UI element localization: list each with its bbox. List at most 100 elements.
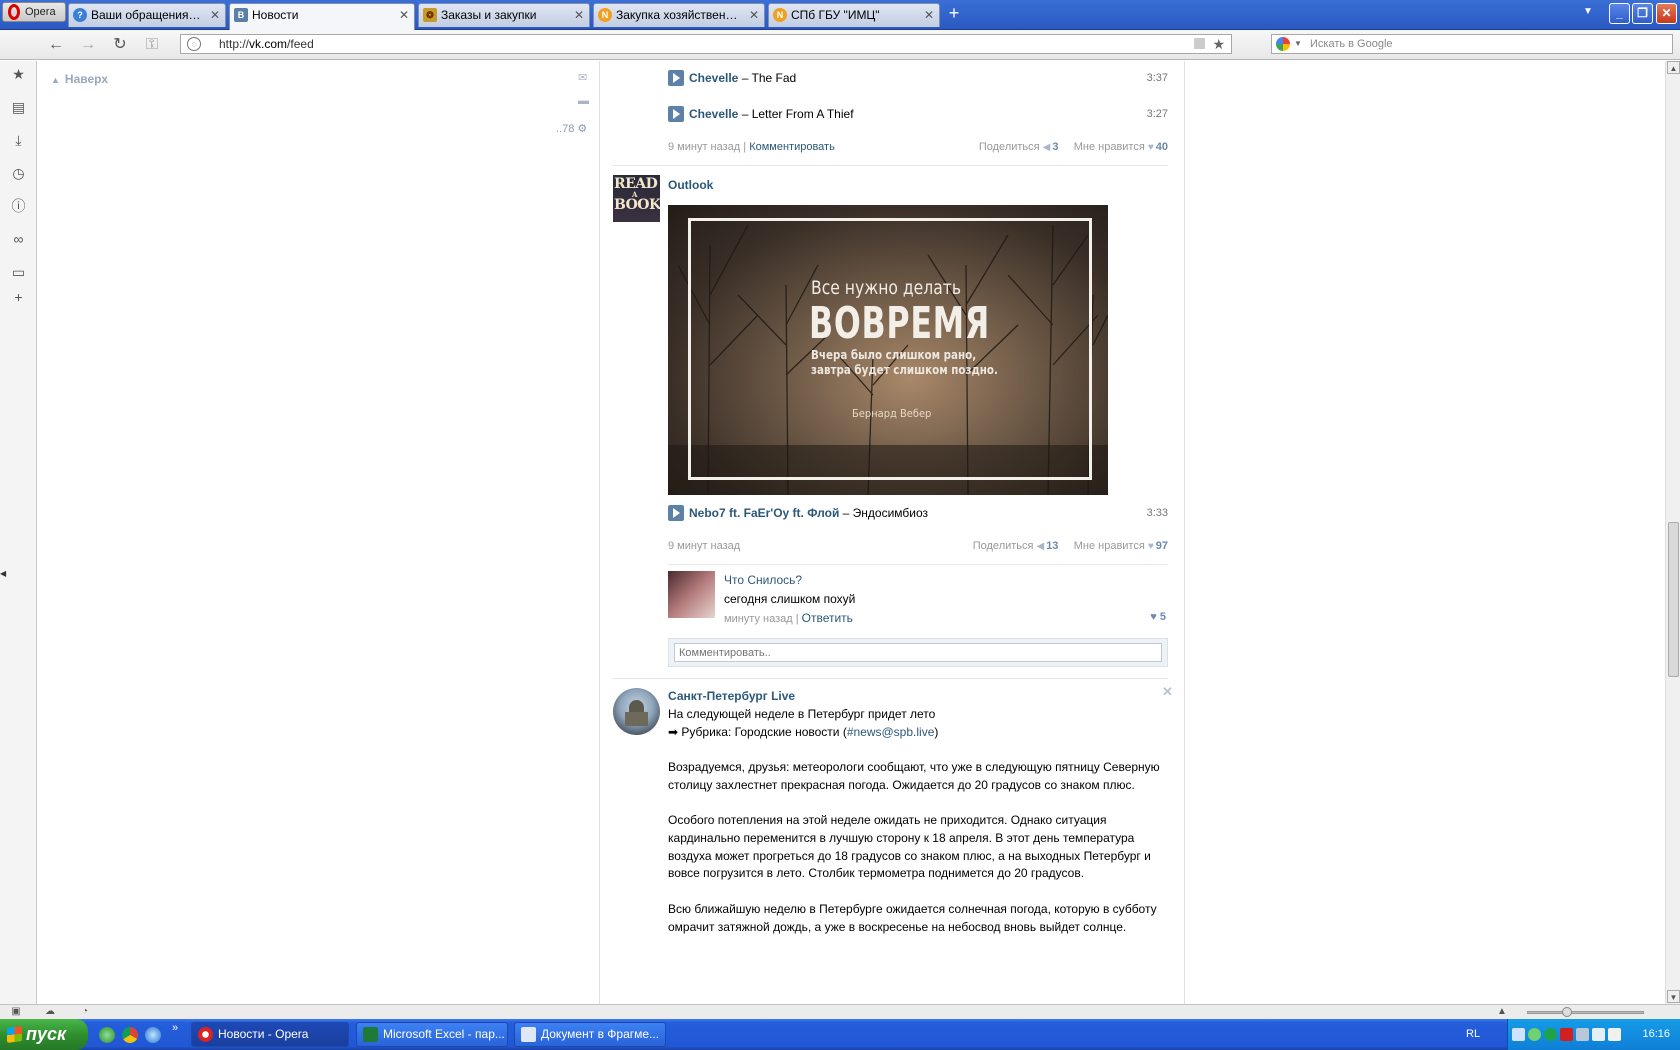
scrollbar-thumb[interactable] (1668, 522, 1679, 677)
avatar[interactable] (613, 688, 660, 735)
address-bar[interactable]: ◌ http://vk.com/feed ★ (180, 34, 1232, 54)
minimize-button[interactable]: _ (1609, 3, 1630, 24)
reply-link[interactable]: Ответить (802, 611, 853, 625)
downloads-icon[interactable]: ⤓ (10, 132, 27, 149)
post-author[interactable]: Санкт-Петербург Live (668, 689, 795, 703)
zoom-up-icon[interactable]: ▲ (1496, 1006, 1508, 1018)
close-icon[interactable]: ✕ (1162, 684, 1173, 700)
links-icon[interactable]: ∞ (10, 231, 27, 248)
rss-icon[interactable] (1194, 38, 1205, 49)
share-button[interactable]: Поделиться ◀ 13 (973, 540, 1059, 552)
info-icon[interactable]: ⓘ (10, 198, 27, 215)
scroll-down-icon[interactable]: ▼ (1667, 990, 1680, 1003)
search-field[interactable]: ▼ Искать в Google (1271, 34, 1673, 54)
tab-close-icon[interactable]: ✕ (574, 4, 584, 26)
tray-app-icon[interactable] (1512, 1028, 1525, 1041)
chevron-down-icon[interactable]: ▼ (1294, 35, 1302, 53)
bookmarks-star-icon[interactable]: ★ (10, 66, 27, 83)
tray-device-icon[interactable] (1608, 1028, 1621, 1041)
tab-news[interactable]: В Новости ✕ (229, 3, 415, 30)
new-tab-button[interactable]: + (943, 3, 965, 25)
messages-icon[interactable]: ✉ (578, 71, 587, 84)
quicklaunch-icon[interactable] (99, 1027, 115, 1043)
cloud-icon[interactable]: ☁ (44, 1006, 56, 1018)
post-time[interactable]: 9 минут назад (668, 141, 740, 153)
tray-green-icon[interactable] (1544, 1028, 1557, 1041)
add-panel-icon[interactable]: + (10, 289, 27, 306)
opera-menu-button[interactable]: Opera (2, 2, 66, 22)
hashtag-link[interactable]: #news@spb.live (847, 725, 935, 739)
zoom-slider[interactable] (1527, 1007, 1644, 1017)
avatar[interactable]: READ A BOOK (613, 175, 660, 222)
tab-close-icon[interactable]: ✕ (924, 4, 934, 26)
panel-toggle-icon[interactable]: ▣ (10, 1006, 22, 1018)
post-author[interactable]: Outlook (668, 178, 713, 192)
track-artist-title[interactable]: Chevelle – The Fad (689, 69, 796, 87)
counter-settings[interactable]: ..78 ⚙ (556, 122, 587, 135)
chevron-right-icon[interactable]: » (172, 1022, 178, 1034)
play-icon[interactable] (668, 106, 684, 122)
key-icon[interactable]: ⚿ (142, 35, 162, 55)
zoom-slider-knob[interactable] (1562, 1007, 1572, 1017)
play-icon[interactable] (668, 505, 684, 521)
tab-close-icon[interactable]: ✕ (749, 4, 759, 26)
tab-orders[interactable]: ❂ Заказы и закупки ✕ (418, 3, 590, 27)
task-excel[interactable]: Microsoft Excel - пар... (356, 1022, 508, 1047)
tab-imc[interactable]: N СПб ГБУ "ИМЦ" ✕ (768, 3, 940, 27)
scroll-to-top-link[interactable]: ▲ Наверх (51, 72, 108, 86)
track-artist[interactable]: Chevelle (689, 71, 738, 85)
post-image[interactable]: Все нужно делать ВОВРЕМЯ Вчера было слиш… (668, 205, 1108, 495)
page-scrollbar[interactable]: ▲ ▼ (1665, 61, 1680, 1004)
tray-clover-icon[interactable] (1528, 1028, 1541, 1041)
collapse-panel-icon[interactable]: ◀ (0, 569, 6, 578)
comment-input[interactable] (674, 643, 1162, 662)
tab-close-icon[interactable]: ✕ (399, 4, 409, 26)
history-clock-icon[interactable]: ◷ (10, 165, 27, 182)
reload-icon[interactable]: ↻ (110, 35, 130, 55)
megaphone-icon: ◀ (1042, 142, 1051, 153)
post-time[interactable]: 9 минут назад (668, 540, 740, 552)
bookmark-star-icon[interactable]: ★ (1212, 35, 1225, 53)
comment-time[interactable]: минуту назад (724, 613, 793, 625)
audio-track[interactable]: Chevelle – The Fad 3:37 (668, 69, 1168, 87)
share-button[interactable]: Поделиться ◀ 3 (979, 141, 1059, 153)
chrome-icon[interactable] (122, 1027, 138, 1043)
tab-close-icon[interactable]: ✕ (210, 4, 220, 26)
track-artist-title[interactable]: Nebo7 ft. FaEr'Oy ft. Флой – Эндосимбиоз (689, 504, 928, 522)
back-arrow-icon[interactable]: ← (46, 35, 66, 55)
tab-label: Закупка хозяйственны... (616, 8, 742, 22)
tray-volume-icon[interactable] (1592, 1028, 1605, 1041)
avatar[interactable] (668, 571, 715, 618)
comment-like-button[interactable]: ♥ 5 (1150, 611, 1166, 623)
tray-antivirus-icon[interactable] (1560, 1028, 1573, 1041)
language-indicator[interactable]: RL (1466, 1019, 1480, 1050)
task-opera[interactable]: Новости - Opera (191, 1022, 349, 1047)
task-label: Новости - Opera (218, 1027, 309, 1041)
forward-arrow-icon[interactable]: → (78, 35, 98, 55)
track-artist[interactable]: Nebo7 ft. FaEr'Oy ft. Флой (689, 506, 839, 520)
ie-icon[interactable] (145, 1027, 161, 1043)
comments-icon[interactable]: ▬ (578, 95, 589, 107)
audio-track[interactable]: Nebo7 ft. FaEr'Oy ft. Флой – Эндосимбиоз… (668, 504, 1168, 522)
tab-purchase[interactable]: N Закупка хозяйственны... ✕ (593, 3, 765, 27)
comment-author[interactable]: Что Снилось? (724, 573, 802, 587)
like-button[interactable]: Мне нравится ♥ 97 (1074, 540, 1168, 552)
restore-button[interactable]: ❐ (1632, 3, 1653, 24)
tab-help[interactable]: ? Ваши обращения | Help... ✕ (68, 3, 226, 27)
notes-icon[interactable]: ▤ (10, 99, 27, 116)
scroll-up-icon[interactable]: ▲ (1667, 61, 1680, 74)
close-window-button[interactable]: ✕ (1656, 3, 1677, 24)
audio-track[interactable]: Chevelle – Letter From A Thief 3:27 (668, 105, 1168, 123)
track-artist-title[interactable]: Chevelle – Letter From A Thief (689, 105, 854, 123)
task-document[interactable]: Документ в Фрагме... (514, 1022, 666, 1047)
track-artist[interactable]: Chevelle (689, 107, 738, 121)
comment-item: Что Снилось? сегодня слишком похуй минут… (668, 571, 1168, 625)
windows-icon[interactable]: ▭ (10, 264, 27, 281)
start-button[interactable]: пуск (0, 1019, 88, 1050)
comment-link[interactable]: Комментировать (749, 141, 835, 153)
speed-dial-icon[interactable]: ◔ (79, 1006, 91, 1018)
like-button[interactable]: Мне нравится ♥ 40 (1074, 141, 1168, 153)
tab-list-chevron-icon[interactable]: ▼ (1583, 6, 1593, 17)
play-icon[interactable] (668, 70, 684, 86)
tray-network-icon[interactable] (1576, 1028, 1589, 1041)
